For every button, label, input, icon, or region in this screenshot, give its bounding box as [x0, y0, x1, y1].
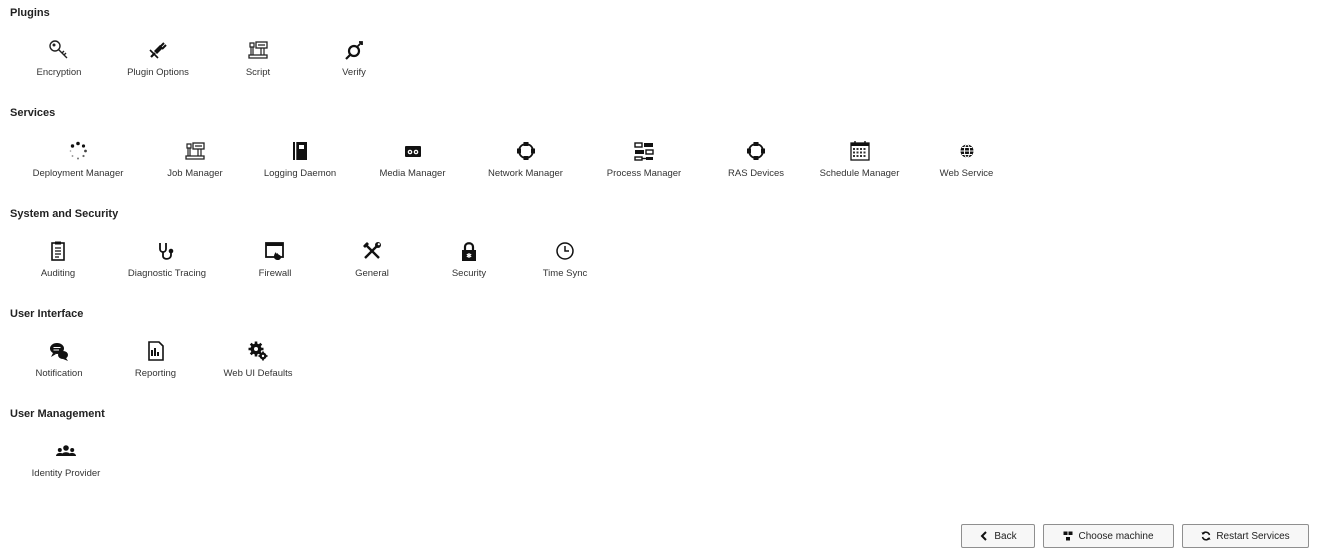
- item-diagnostic-tracing[interactable]: Diagnostic Tracing: [118, 240, 216, 279]
- item-label: Media Manager: [379, 168, 446, 179]
- item-label: Schedule Manager: [819, 168, 900, 179]
- item-encryption[interactable]: Encryption: [29, 39, 89, 78]
- item-label: Firewall: [258, 268, 292, 279]
- item-label: Time Sync: [542, 268, 588, 279]
- section-title-plugins: Plugins: [10, 7, 50, 19]
- item-identity-provider[interactable]: Identity Provider: [23, 440, 109, 479]
- item-label: Job Manager: [167, 168, 223, 179]
- item-label: Encryption: [36, 67, 82, 78]
- item-label: General: [355, 268, 389, 279]
- item-schedule-manager[interactable]: Schedule Manager: [812, 140, 907, 179]
- item-label: Reporting: [134, 368, 177, 379]
- item-general[interactable]: General: [347, 240, 397, 279]
- item-firewall[interactable]: Firewall: [250, 240, 300, 279]
- chevron-left-icon: [979, 531, 989, 541]
- report-icon: [145, 340, 167, 362]
- item-job-manager[interactable]: Job Manager: [160, 140, 230, 179]
- globe-icon: [956, 140, 978, 162]
- item-deployment-manager[interactable]: Deployment Manager: [23, 140, 133, 179]
- item-label: Script: [245, 67, 271, 78]
- back-button[interactable]: Back: [961, 524, 1035, 548]
- item-label: Notification: [35, 368, 83, 379]
- machine-icon: [1063, 531, 1073, 541]
- users-icon: [55, 440, 77, 462]
- item-auditing[interactable]: Auditing: [33, 240, 83, 279]
- item-label: Security: [451, 268, 487, 279]
- firewall-icon: [264, 240, 286, 262]
- item-verify[interactable]: Verify: [334, 39, 374, 78]
- item-label: Auditing: [40, 268, 76, 279]
- network-icon: [515, 140, 537, 162]
- gears-icon: [247, 340, 269, 362]
- item-ras-devices[interactable]: RAS Devices: [716, 140, 796, 179]
- item-label: Network Manager: [488, 168, 563, 179]
- item-web-service[interactable]: Web Service: [934, 140, 999, 179]
- refresh-icon: [1201, 531, 1211, 541]
- plug-icon: [147, 39, 169, 61]
- item-plugin-options[interactable]: Plugin Options: [118, 39, 198, 78]
- item-network-manager[interactable]: Network Manager: [478, 140, 573, 179]
- item-web-ui-defaults[interactable]: Web UI Defaults: [214, 340, 302, 379]
- tools-icon: [361, 240, 383, 262]
- item-label: Deployment Manager: [32, 168, 124, 179]
- item-label: Logging Daemon: [263, 168, 337, 179]
- item-reporting[interactable]: Reporting: [128, 340, 183, 379]
- item-label: Process Manager: [606, 168, 682, 179]
- section-title-system-and-security: System and Security: [10, 208, 119, 220]
- item-process-manager[interactable]: Process Manager: [598, 140, 690, 179]
- back-button-label: Back: [994, 530, 1017, 542]
- key-icon: [48, 39, 70, 61]
- item-label: Identity Provider: [31, 468, 101, 479]
- restart-services-button[interactable]: Restart Services: [1182, 524, 1309, 548]
- item-security[interactable]: Security: [444, 240, 494, 279]
- choose-machine-button-label: Choose machine: [1078, 530, 1154, 542]
- item-script[interactable]: Script: [233, 39, 283, 78]
- tape-icon: [402, 140, 424, 162]
- clock-icon: [554, 240, 576, 262]
- section-title-user-interface: User Interface: [10, 308, 84, 320]
- book-icon: [289, 140, 311, 162]
- section-title-services: Services: [10, 107, 56, 119]
- item-label: Diagnostic Tracing: [127, 268, 207, 279]
- item-label: RAS Devices: [728, 168, 784, 179]
- item-logging-daemon[interactable]: Logging Daemon: [255, 140, 345, 179]
- chat-icon: [48, 340, 70, 362]
- network-icon: [745, 140, 767, 162]
- item-time-sync[interactable]: Time Sync: [535, 240, 595, 279]
- item-notification[interactable]: Notification: [28, 340, 90, 379]
- choose-machine-button[interactable]: Choose machine: [1043, 524, 1174, 548]
- verify-icon: [343, 39, 365, 61]
- process-icon: [633, 140, 655, 162]
- item-label: Web UI Defaults: [223, 368, 293, 379]
- restart-services-button-label: Restart Services: [1216, 530, 1290, 542]
- script-icon: [247, 39, 269, 61]
- stethoscope-icon: [156, 240, 178, 262]
- job-icon: [184, 140, 206, 162]
- item-label: Verify: [342, 67, 366, 78]
- item-label: Web Service: [939, 168, 994, 179]
- item-media-manager[interactable]: Media Manager: [370, 140, 455, 179]
- clipboard-icon: [47, 240, 69, 262]
- spinner-icon: [67, 140, 89, 162]
- section-title-user-management: User Management: [10, 408, 105, 420]
- lock-icon: [458, 240, 480, 262]
- calendar-icon: [849, 140, 871, 162]
- item-label: Plugin Options: [127, 67, 189, 78]
